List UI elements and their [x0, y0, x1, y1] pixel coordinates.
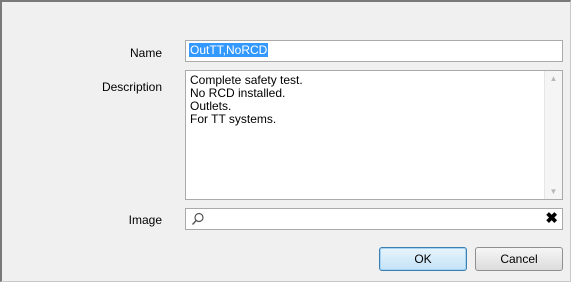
description-textarea[interactable]: Complete safety test. No RCD installed. … — [185, 70, 563, 200]
description-scrollbar[interactable]: ▲ ▼ — [544, 71, 562, 199]
description-label: Description — [101, 80, 162, 94]
scroll-down-icon[interactable]: ▼ — [545, 187, 562, 196]
scroll-up-icon[interactable]: ▲ — [545, 74, 562, 83]
description-text: Complete safety test. No RCD installed. … — [190, 74, 542, 126]
description-line: No RCD installed. — [190, 86, 286, 100]
edit-test-dialog: Name OutTT,NoRCD Description Complete sa… — [0, 0, 571, 282]
name-value-selected: OutTT,NoRCD — [189, 43, 269, 57]
name-label: Name — [129, 46, 162, 60]
image-search-field[interactable]: ✖ — [185, 208, 563, 230]
ok-button[interactable]: OK — [379, 247, 467, 271]
name-input[interactable]: OutTT,NoRCD — [185, 40, 563, 62]
clear-icon[interactable]: ✖ — [545, 210, 558, 228]
cancel-button[interactable]: Cancel — [475, 247, 563, 271]
search-icon[interactable] — [191, 212, 205, 226]
image-label: Image — [128, 213, 162, 227]
description-line: For TT systems. — [190, 112, 277, 126]
